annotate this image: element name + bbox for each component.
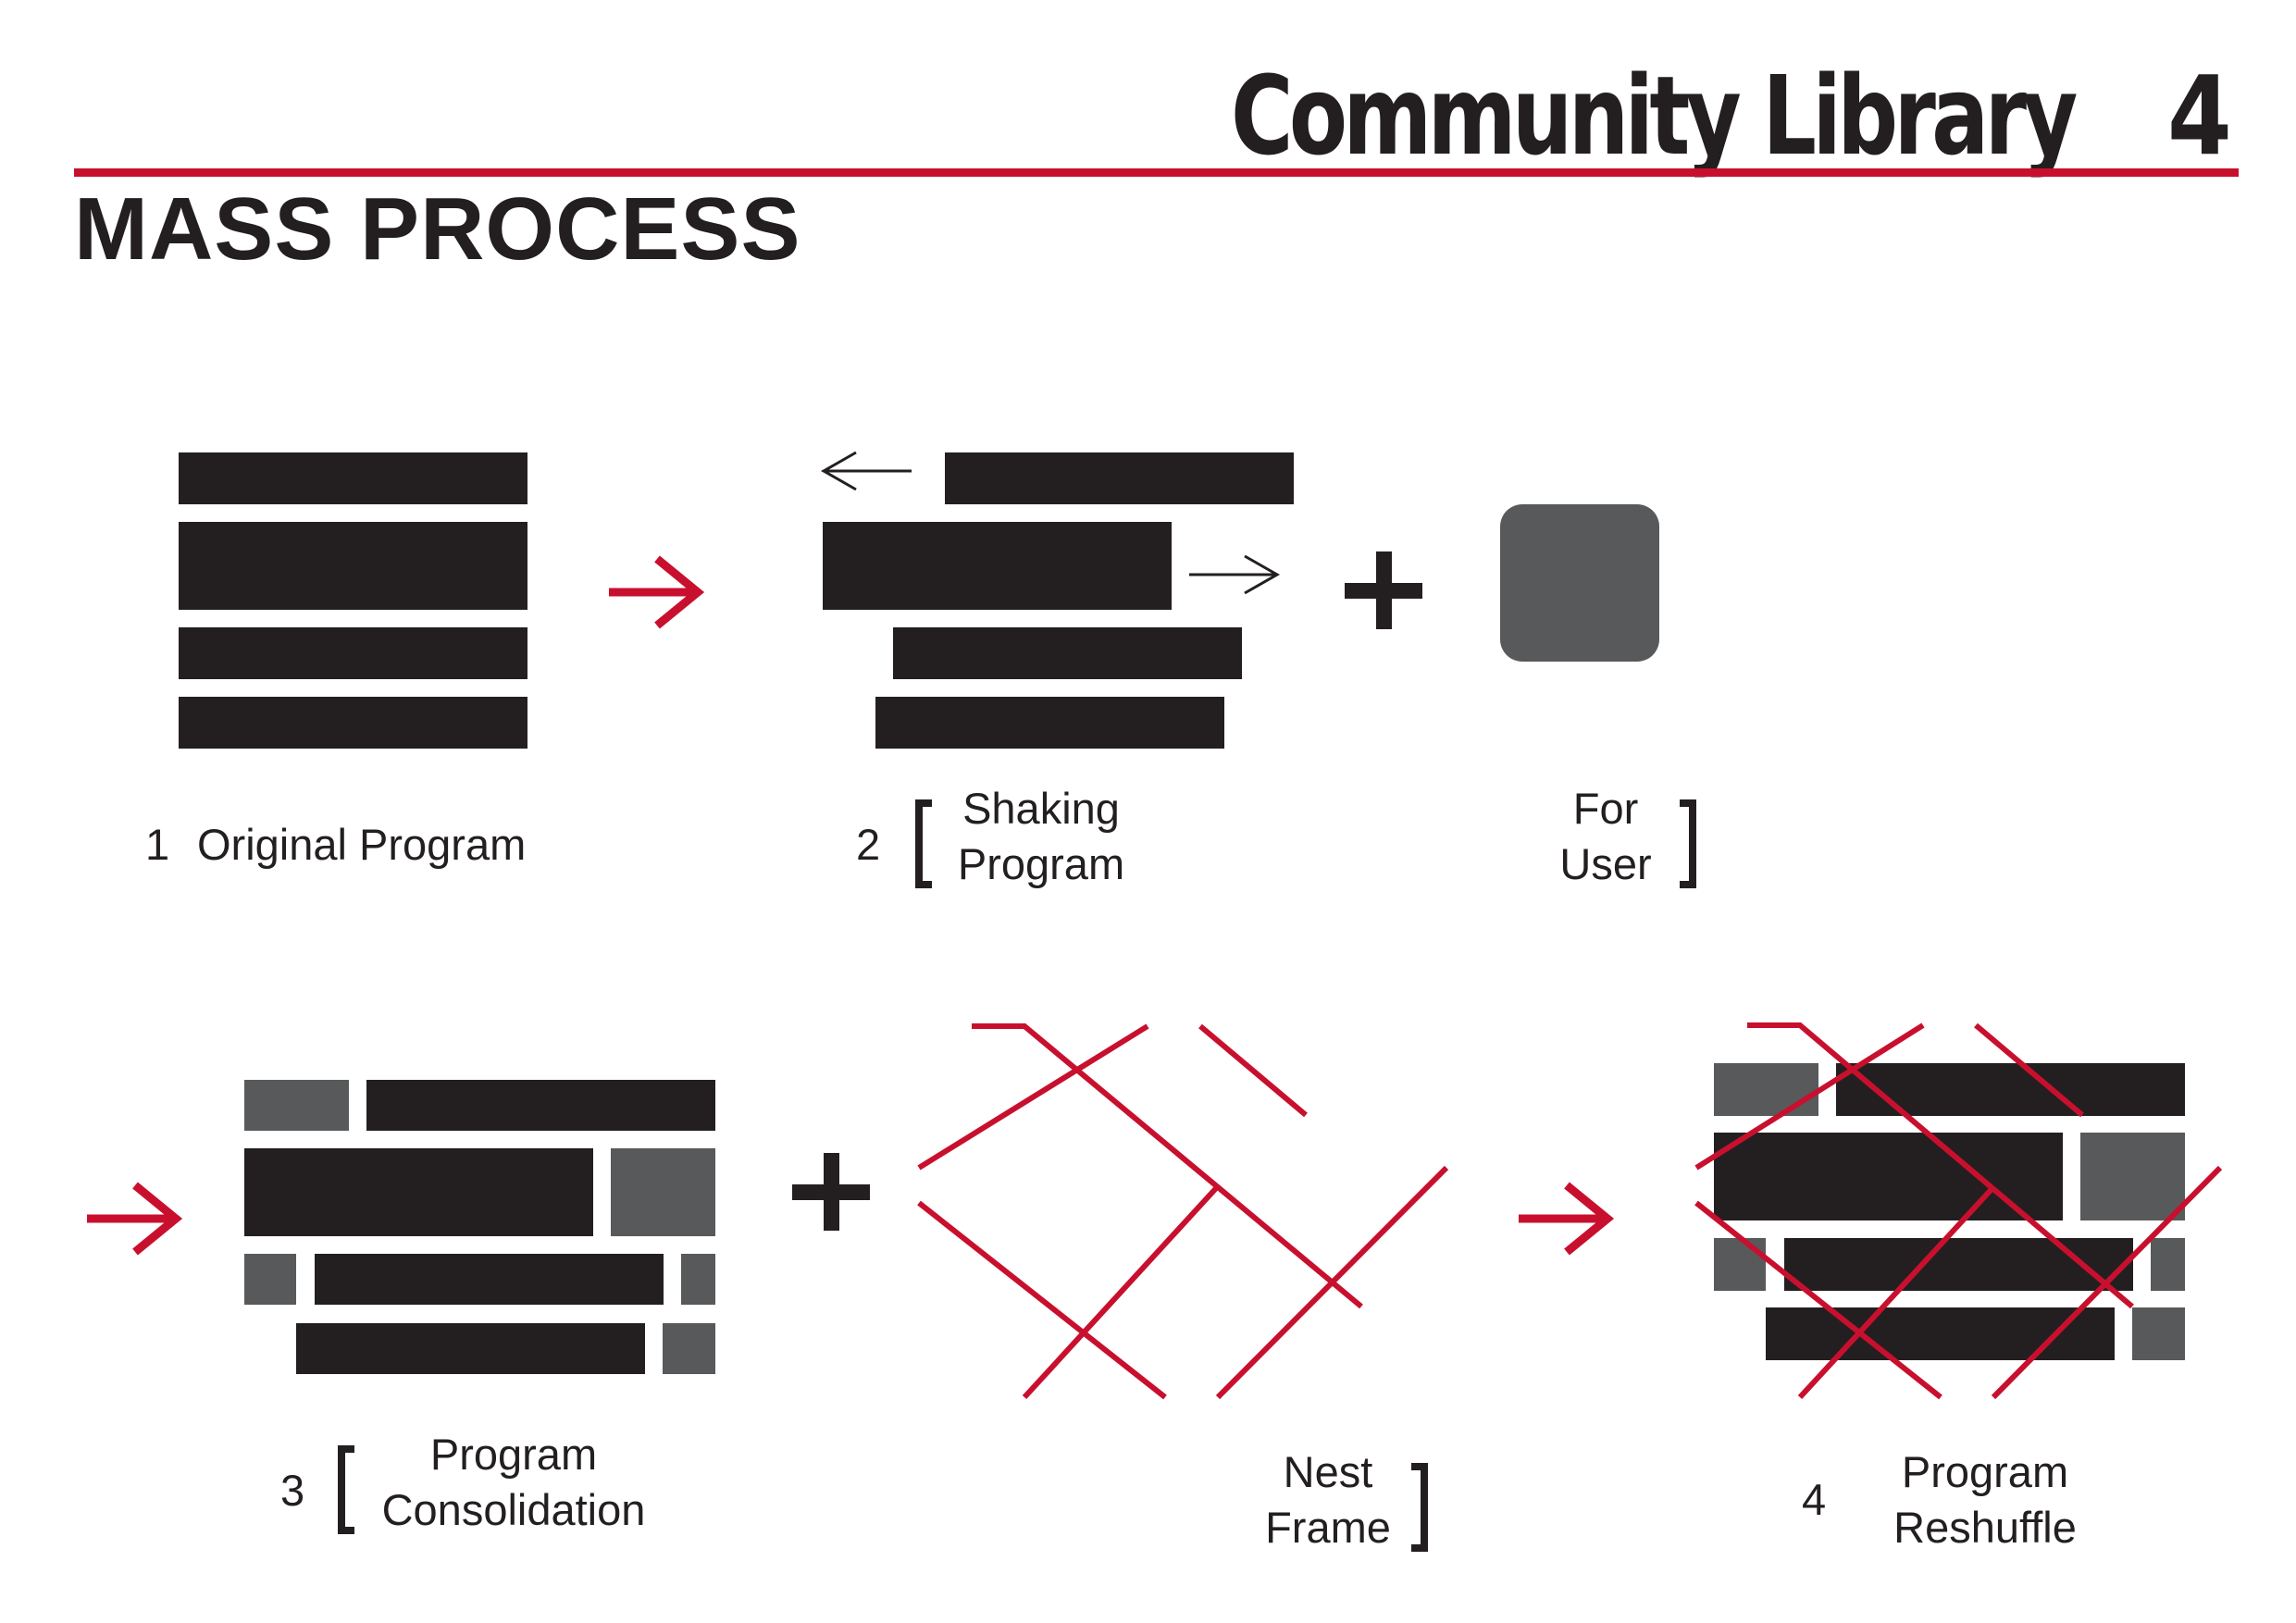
step-4-program-reshuffle xyxy=(1694,1022,2223,1400)
user-block xyxy=(1714,1238,1766,1291)
user-block xyxy=(244,1254,296,1305)
step-1-label: Original Program xyxy=(197,820,527,869)
step-2-label-line1: Shaking xyxy=(962,784,1120,833)
step-1-number: 1 xyxy=(145,820,170,869)
user-block xyxy=(1714,1063,1818,1116)
step-4-number: 4 xyxy=(1802,1475,1827,1524)
arrow-right-icon xyxy=(1189,554,1281,595)
program-block xyxy=(1766,1307,2115,1360)
step-2-shaking-program xyxy=(820,451,1294,749)
arrow-right-icon xyxy=(609,555,705,629)
program-block xyxy=(244,1148,593,1236)
step-3-program-consolidation xyxy=(244,1080,715,1374)
user-label-line1: For xyxy=(1572,784,1639,833)
step-3-number: 3 xyxy=(280,1466,305,1515)
user-block xyxy=(681,1254,715,1305)
bracket-open xyxy=(338,1445,354,1534)
program-block xyxy=(179,452,527,504)
step-3-label-line1: Program xyxy=(429,1430,598,1479)
user-block xyxy=(663,1323,715,1374)
user-block xyxy=(2151,1238,2185,1291)
step-4-label-line1: Program xyxy=(1901,1447,2069,1496)
program-block xyxy=(179,627,527,679)
user-block xyxy=(1500,504,1659,662)
nest-frame xyxy=(917,1023,1449,1400)
program-block xyxy=(179,697,527,749)
bracket-open xyxy=(915,799,932,888)
step-2-number: 2 xyxy=(856,820,881,869)
program-block xyxy=(945,452,1294,504)
mass-process-diagram xyxy=(87,451,2223,1400)
step-1-original-program xyxy=(179,452,527,749)
step-2-label-line2: Program xyxy=(957,839,1125,888)
arrow-right-icon xyxy=(1519,1182,1615,1256)
plus-icon xyxy=(1345,551,1422,629)
program-block xyxy=(893,627,1242,679)
bracket-close xyxy=(1411,1463,1428,1552)
plus-icon xyxy=(792,1153,870,1231)
program-block xyxy=(875,697,1224,749)
step-3-label-line2: Consolidation xyxy=(381,1485,646,1534)
program-block xyxy=(179,522,527,610)
nest-label-line1: Nest xyxy=(1283,1447,1373,1496)
user-block xyxy=(2132,1307,2185,1360)
step-4-label-line2: Reshuffle xyxy=(1893,1503,2077,1552)
user-block xyxy=(244,1080,349,1131)
user-block xyxy=(611,1148,715,1236)
program-block xyxy=(1836,1063,2185,1116)
nest-label-line2: Frame xyxy=(1265,1503,1391,1552)
program-block xyxy=(1714,1133,2063,1220)
program-block xyxy=(366,1080,715,1131)
user-label-line2: User xyxy=(1559,839,1652,888)
program-block xyxy=(823,522,1172,610)
arrow-right-icon xyxy=(87,1182,183,1256)
arrow-left-icon xyxy=(820,451,912,491)
bracket-close xyxy=(1680,799,1696,888)
program-block xyxy=(296,1323,645,1374)
user-block xyxy=(2080,1133,2185,1220)
program-block xyxy=(315,1254,664,1305)
